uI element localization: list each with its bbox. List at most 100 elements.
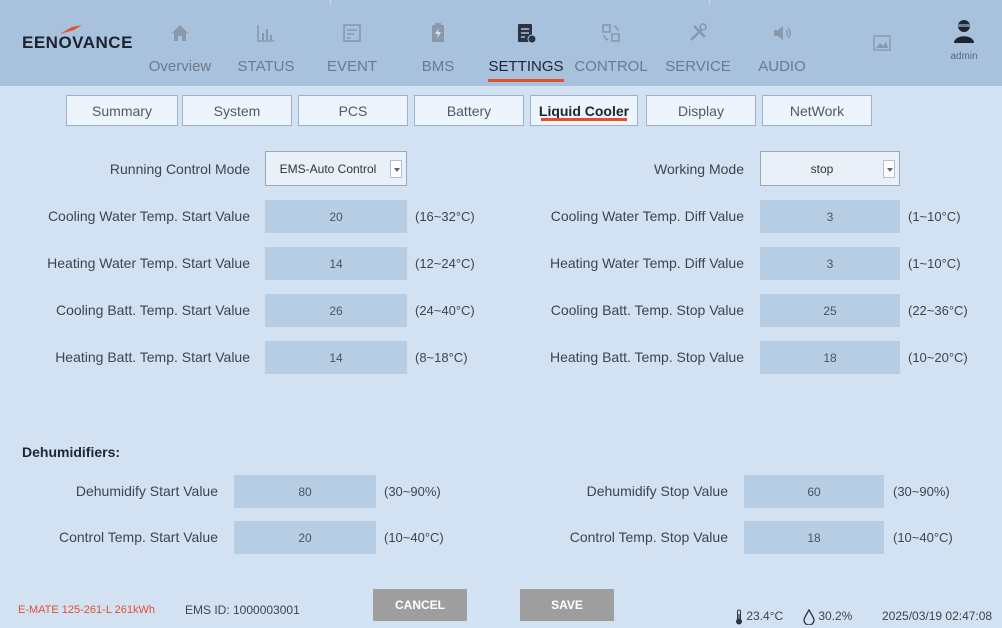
- brand-logo: EENOVANCE: [22, 25, 133, 53]
- cooling-batt-stop-range: (22~36°C): [908, 303, 968, 318]
- nav-audio[interactable]: AUDIO: [750, 0, 814, 86]
- cooling-batt-stop-label: Cooling Batt. Temp. Stop Value: [550, 302, 744, 318]
- control-temp-start-label: Control Temp. Start Value: [58, 529, 218, 545]
- dehumidify-start-input[interactable]: 80: [234, 475, 376, 508]
- tab-active-underline: [541, 118, 627, 121]
- cooling-water-start-range: (16~32°C): [415, 209, 475, 224]
- event-icon: [343, 24, 361, 42]
- control-temp-stop-range: (10~40°C): [893, 530, 953, 545]
- cooling-water-start-input[interactable]: 20: [265, 200, 407, 233]
- humidity-value: 30.2%: [818, 609, 853, 624]
- tab-label: PCS: [338, 102, 368, 119]
- heating-batt-stop-input[interactable]: 18: [760, 341, 900, 374]
- ems-id: EMS ID: 1000003001: [185, 603, 300, 617]
- dehumidify-stop-input[interactable]: 60: [744, 475, 884, 508]
- tab-summary[interactable]: Summary: [66, 95, 178, 126]
- heating-water-start-range: (12~24°C): [415, 256, 475, 271]
- home-icon: [172, 25, 188, 41]
- nav-settings[interactable]: SETTINGS: [484, 0, 568, 86]
- nav-active-underline: [488, 79, 564, 82]
- heating-batt-stop-range: (10~20°C): [908, 350, 968, 365]
- device-model: E-MATE 125-261-L 261kWh: [18, 604, 155, 616]
- nav-label-control: CONTROL: [574, 58, 648, 75]
- cooling-batt-start-label: Cooling Batt. Temp. Start Value: [55, 302, 250, 318]
- brand-name: EENOVANCE: [22, 33, 133, 52]
- control-temp-start-range: (10~40°C): [384, 530, 444, 545]
- save-button[interactable]: SAVE: [520, 589, 614, 621]
- heating-water-start-label: Heating Water Temp. Start Value: [47, 255, 250, 271]
- tab-pcs[interactable]: PCS: [298, 95, 408, 126]
- tab-label: NetWork: [789, 102, 845, 119]
- cooling-water-diff-input[interactable]: 3: [760, 200, 900, 233]
- nav-label-service: SERVICE: [665, 58, 731, 75]
- temperature-value: 23.4°C: [746, 609, 784, 624]
- heating-water-diff-range: (1~10°C): [908, 256, 961, 271]
- user-avatar-icon: [954, 20, 974, 43]
- tab-label: Summary: [92, 102, 152, 119]
- tab-label: Liquid Cooler: [538, 102, 630, 119]
- top-nav-bar: EENOVANCE Overview STATUS EVENT BMS SETT…: [0, 0, 1002, 86]
- control-icon: [602, 24, 620, 42]
- nav-image[interactable]: [862, 0, 902, 86]
- nav-service[interactable]: SERVICE: [660, 0, 736, 86]
- heating-water-diff-label: Heating Water Temp. Diff Value: [549, 255, 744, 271]
- tab-liquid-cooler[interactable]: Liquid Cooler: [530, 95, 638, 126]
- humidity-status: 30.2%: [803, 608, 853, 626]
- water-drop-icon: [803, 608, 815, 626]
- nav-label-bms: BMS: [421, 58, 455, 75]
- nav-event[interactable]: EVENT: [318, 0, 386, 86]
- heating-batt-start-input[interactable]: 14: [265, 341, 407, 374]
- chevron-down-icon: [390, 159, 402, 178]
- dehumidify-start-range: (30~90%): [384, 484, 441, 499]
- battery-icon: [432, 23, 444, 42]
- running-control-mode-select[interactable]: EMS-Auto Control: [265, 151, 407, 186]
- datetime: 2025/03/19 02:47:08: [882, 609, 993, 623]
- heating-water-start-input[interactable]: 14: [265, 247, 407, 280]
- temperature-status: 23.4°C: [735, 609, 783, 625]
- thermometer-icon: [736, 609, 742, 625]
- cooling-water-diff-label: Cooling Water Temp. Diff Value: [550, 208, 744, 224]
- tab-label: System: [213, 102, 261, 119]
- dehumidify-stop-range: (30~90%): [893, 484, 950, 499]
- user-menu[interactable]: admin: [944, 18, 984, 62]
- heating-batt-start-label: Heating Batt. Temp. Start Value: [55, 349, 250, 365]
- chevron-down-icon: [883, 159, 895, 178]
- tab-system[interactable]: System: [182, 95, 292, 126]
- nav-label-settings: SETTINGS: [488, 58, 564, 75]
- working-mode-label: Working Mode: [653, 161, 744, 177]
- tab-network[interactable]: NetWork: [762, 95, 872, 126]
- tab-battery[interactable]: Battery: [414, 95, 524, 126]
- running-control-mode-value: EMS-Auto Control: [279, 161, 377, 176]
- settings-icon: [518, 24, 537, 44]
- nav-status[interactable]: STATUS: [232, 0, 300, 86]
- heating-water-diff-input[interactable]: 3: [760, 247, 900, 280]
- user-name: admin: [950, 51, 978, 62]
- nav-control[interactable]: CONTROL: [572, 0, 650, 86]
- speaker-icon: [774, 26, 791, 40]
- running-control-mode-label: Running Control Mode: [109, 161, 250, 177]
- cooling-batt-start-range: (24~40°C): [415, 303, 475, 318]
- nav-label-overview: Overview: [148, 58, 212, 75]
- logo-swoosh-icon: [60, 25, 82, 34]
- dehumidify-start-label: Dehumidify Start Value: [75, 483, 218, 499]
- cooling-water-diff-range: (1~10°C): [908, 209, 961, 224]
- nav-bms[interactable]: BMS: [408, 0, 468, 86]
- control-temp-stop-label: Control Temp. Stop Value: [569, 529, 728, 545]
- working-mode-select[interactable]: stop: [760, 151, 900, 186]
- control-temp-start-input[interactable]: 20: [234, 521, 376, 554]
- heating-batt-start-range: (8~18°C): [415, 350, 468, 365]
- image-icon: [873, 35, 891, 51]
- chart-icon: [257, 25, 274, 42]
- cancel-button[interactable]: CANCEL: [373, 589, 467, 621]
- dehumidifiers-heading: Dehumidifiers:: [22, 444, 121, 460]
- tab-label: Battery: [446, 102, 492, 119]
- cooling-batt-start-input[interactable]: 26: [265, 294, 407, 327]
- nav-label-event: EVENT: [326, 58, 377, 75]
- nav-label-status: STATUS: [237, 58, 295, 75]
- cooling-batt-stop-input[interactable]: 25: [760, 294, 900, 327]
- tab-label: Display: [678, 102, 724, 119]
- control-temp-stop-input[interactable]: 18: [744, 521, 884, 554]
- tab-display[interactable]: Display: [646, 95, 756, 126]
- nav-overview[interactable]: Overview: [140, 0, 220, 86]
- heating-batt-stop-label: Heating Batt. Temp. Stop Value: [549, 349, 744, 365]
